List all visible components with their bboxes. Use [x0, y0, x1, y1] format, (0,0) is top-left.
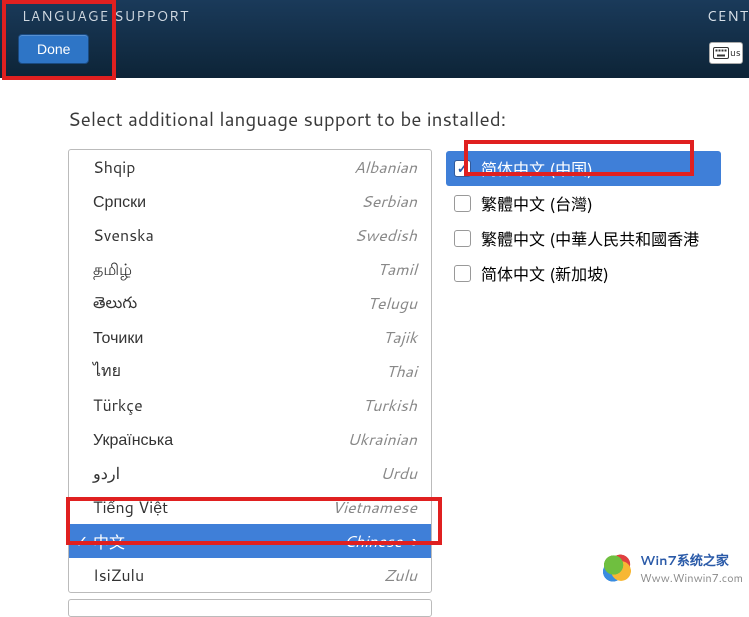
page-title: LANGUAGE SUPPORT	[22, 6, 189, 26]
language-row[interactable]: TürkçeTurkish	[69, 388, 431, 422]
language-native-name: Türkçe	[93, 394, 363, 417]
locale-checkbox[interactable]	[454, 160, 471, 177]
language-native-name: తెలుగు	[93, 291, 367, 316]
instruction-text: Select additional language support to be…	[68, 106, 721, 133]
language-english-name: Serbian	[361, 190, 417, 213]
locale-row[interactable]: 简体中文 (中国)	[446, 151, 721, 186]
locale-list: 简体中文 (中国) 繁體中文 (台灣) 繁體中文 (中華人民共和國香港简体中文 (新…	[446, 149, 721, 617]
watermark-url: Www.Winwin7.com	[640, 570, 743, 586]
language-native-name: 中文	[93, 529, 344, 554]
locale-checkbox[interactable]	[454, 230, 471, 247]
language-row[interactable]: ไทยThai	[69, 354, 431, 388]
language-row[interactable]: தமிழ்Tamil	[69, 252, 431, 286]
language-english-name: Swedish	[355, 224, 417, 247]
check-icon: ✓	[75, 530, 88, 553]
language-row[interactable]: ТочикиTajik	[69, 320, 431, 354]
language-english-name: Zulu	[384, 564, 417, 587]
language-english-name: Urdu	[380, 462, 417, 485]
watermark-title: Win7系统之家	[640, 550, 743, 570]
language-row[interactable]: اردوUrdu	[69, 456, 431, 490]
done-button[interactable]: Done	[18, 34, 89, 64]
language-english-name: Chinese	[344, 530, 403, 553]
locale-label: 繁體中文 (中華人民共和國香港	[481, 226, 699, 251]
locale-checkbox[interactable]	[454, 195, 471, 212]
language-row[interactable]: తెలుగుTelugu	[69, 286, 431, 320]
header-bar: LANGUAGE SUPPORT CENT Done us	[0, 0, 749, 78]
language-row[interactable]: УкраїнськаUkrainian	[69, 422, 431, 456]
keyboard-layout-indicator[interactable]: us	[709, 42, 743, 64]
language-english-name: Tajik	[383, 326, 417, 349]
language-row[interactable]: ✓中文Chinese ›	[69, 524, 431, 558]
language-native-name: Svenska	[93, 224, 355, 247]
language-list[interactable]: ShqipAlbanianСрпскиSerbianSvenskaSwedish…	[68, 149, 432, 593]
header-brand: CENT	[707, 6, 749, 26]
language-native-name: Українська	[93, 428, 347, 451]
watermark: Win7系统之家 Www.Winwin7.com	[600, 550, 743, 586]
language-search-input[interactable]	[68, 599, 432, 617]
language-english-name: Vietnamese	[332, 496, 417, 519]
language-row[interactable]: IsiZuluZulu	[69, 558, 431, 592]
locale-checkbox[interactable]	[454, 265, 471, 282]
language-native-name: Српски	[93, 190, 361, 213]
language-english-name: Ukrainian	[347, 428, 417, 451]
locale-label: 简体中文 (中国)	[481, 156, 593, 181]
language-english-name: Thai	[386, 360, 417, 383]
locale-row[interactable]: 繁體中文 (台灣)	[446, 186, 721, 221]
language-native-name: IsiZulu	[93, 564, 384, 587]
language-row[interactable]: SvenskaSwedish	[69, 218, 431, 252]
locale-label: 繁體中文 (台灣)	[481, 191, 593, 216]
keyboard-icon	[713, 46, 729, 60]
language-native-name: Tiếng Việt	[93, 496, 332, 519]
language-english-name: Albanian	[354, 156, 417, 179]
language-row[interactable]: ShqipAlbanian	[69, 150, 431, 184]
language-native-name: Точики	[93, 326, 383, 349]
language-english-name: Telugu	[367, 292, 417, 315]
locale-label: 简体中文 (新加坡)	[481, 261, 609, 286]
locale-row[interactable]: 繁體中文 (中華人民共和國香港	[446, 221, 721, 256]
chevron-right-icon: ›	[412, 530, 417, 553]
language-row[interactable]: Tiếng ViệtVietnamese	[69, 490, 431, 524]
locale-row[interactable]: 简体中文 (新加坡)	[446, 256, 721, 291]
language-row[interactable]: СрпскиSerbian	[69, 184, 431, 218]
language-native-name: தமிழ்	[93, 258, 377, 281]
keyboard-layout-label: us	[730, 46, 741, 60]
language-native-name: اردو	[93, 462, 380, 485]
main-content: Select additional language support to be…	[0, 78, 749, 617]
watermark-logo-icon	[600, 553, 634, 583]
language-english-name: Tamil	[377, 258, 417, 281]
language-native-name: Shqip	[93, 156, 354, 179]
language-english-name: Turkish	[363, 394, 417, 417]
language-native-name: ไทย	[93, 359, 386, 384]
